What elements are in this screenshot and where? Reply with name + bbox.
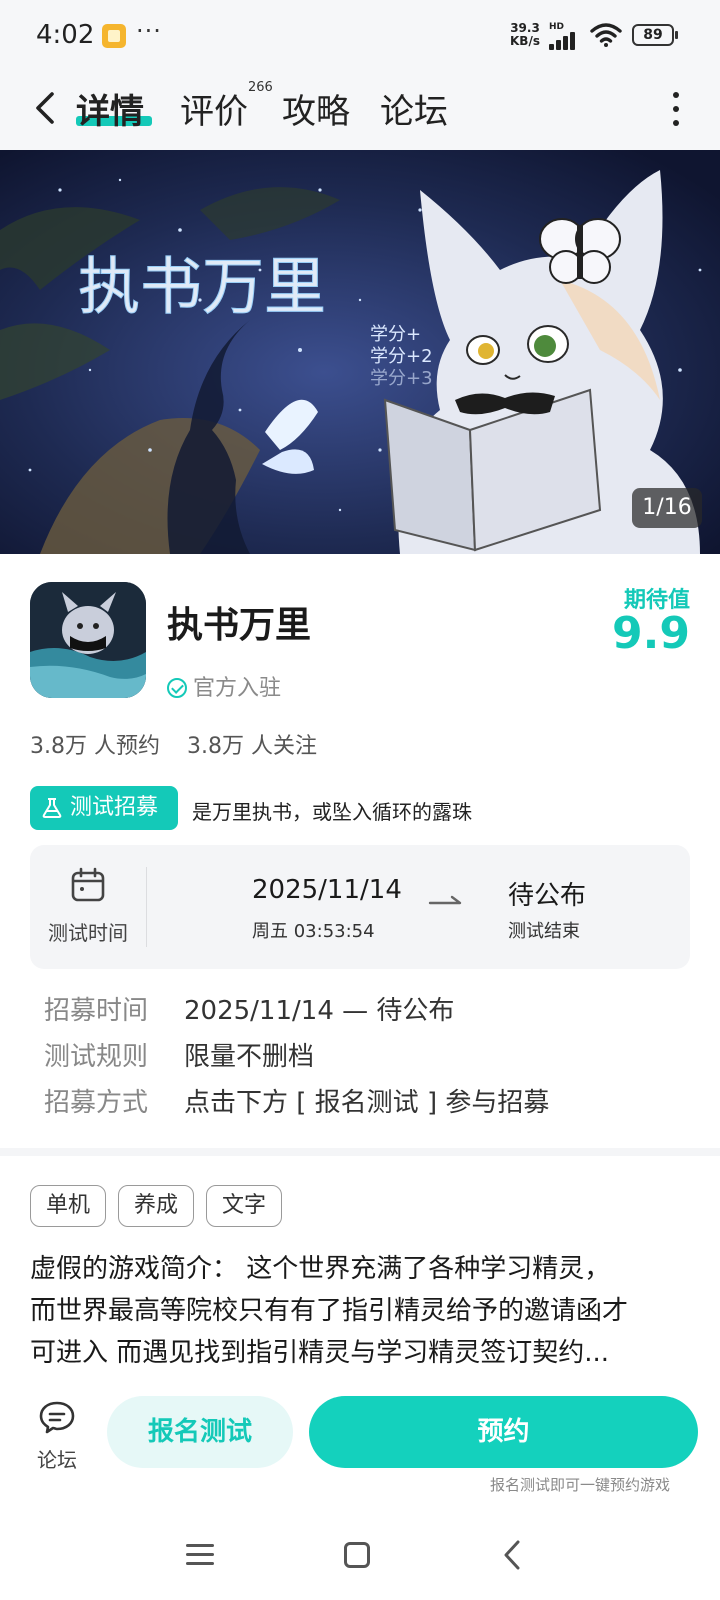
svg-text:学分+3: 学分+3 <box>370 368 433 389</box>
banner-artwork: 执书万里 学分+ 学分+2 学分+3 <box>0 150 720 554</box>
banner-carousel[interactable]: 执书万里 学分+ 学分+2 学分+3 1/16 <box>0 150 720 554</box>
test-flask-icon <box>42 798 62 818</box>
more-notifications-icon: ··· <box>136 17 162 45</box>
forum-button[interactable]: 论坛 <box>28 1400 86 1472</box>
back-icon[interactable] <box>28 88 68 128</box>
arrow-right-icon <box>428 895 462 905</box>
recruit-slogan: 是万里执书，或坠入循环的露珠 <box>192 800 472 824</box>
test-end-label: 测试结束 <box>508 921 580 942</box>
svg-text:学分+: 学分+ <box>370 324 421 345</box>
top-navigation: 详情 评价 266 攻略 论坛 <box>0 72 720 150</box>
expectation-score: 9.9 <box>612 608 690 659</box>
tag-text[interactable]: 文字 <box>206 1185 282 1227</box>
app-title: 执书万里 <box>167 605 312 646</box>
app-icon <box>30 582 146 698</box>
tab-details[interactable]: 详情 <box>76 84 144 133</box>
status-time: 4:02 <box>36 20 95 50</box>
recruit-method-row: 招募方式 点击下方 [ 报名测试 ] 参与招募 <box>44 1088 550 1118</box>
tab-guides[interactable]: 攻略 <box>282 84 350 133</box>
wifi-icon <box>590 23 622 47</box>
test-recruit-badge: 测试招募 <box>30 786 178 830</box>
more-options-icon[interactable] <box>664 90 688 130</box>
game-description[interactable]: 虚假的游戏简介： 这个世界充满了各种学习精灵， 而世界最高等院校只有有了指引精灵… <box>30 1248 700 1374</box>
tab-forum[interactable]: 论坛 <box>380 84 448 133</box>
card-divider <box>146 867 147 947</box>
cell-signal-icon <box>549 32 579 50</box>
test-time-label: 测试时间 <box>48 921 128 945</box>
test-time-card: 测试时间 2025/11/14 周五 03:53:54 待公布 测试结束 <box>30 845 690 969</box>
notification-app-icon <box>102 24 126 48</box>
follower-count: 3.8万 人关注 <box>186 734 317 759</box>
test-start-time: 周五 03:53:54 <box>252 921 375 942</box>
home-icon[interactable] <box>344 1542 370 1568</box>
test-rule-row: 测试规则 限量不删档 <box>44 1042 315 1072</box>
chat-bubble-icon <box>39 1401 75 1434</box>
calendar-icon <box>71 867 105 902</box>
recent-apps-icon[interactable] <box>186 1542 214 1568</box>
hd-indicator: HD <box>549 22 565 32</box>
app-stats: 3.8万 人预约 3.8万 人关注 <box>30 728 337 760</box>
recruit-time-row: 招募时间 2025/11/14 — 待公布 <box>44 996 455 1026</box>
reviews-count-badge: 266 <box>248 80 273 95</box>
tag-raising[interactable]: 养成 <box>118 1185 194 1227</box>
tag-single-player[interactable]: 单机 <box>30 1185 106 1227</box>
section-divider <box>0 1148 720 1156</box>
system-back-icon[interactable] <box>498 1538 528 1572</box>
system-navigation-bar <box>0 1520 720 1600</box>
banner-page-counter: 1/16 <box>632 488 702 528</box>
battery-icon: 89 <box>632 24 678 46</box>
network-speed: 39.3 KB/s <box>510 21 540 48</box>
svg-text:执书万里: 执书万里 <box>78 250 326 323</box>
reserve-button[interactable]: 预约 <box>309 1396 698 1468</box>
svg-text:学分+2: 学分+2 <box>370 346 433 367</box>
test-start-date: 2025/11/14 <box>252 875 402 905</box>
official-verified: 官方入驻 <box>167 670 281 702</box>
signup-test-button[interactable]: 报名测试 <box>107 1396 293 1468</box>
reservation-count: 3.8万 人预约 <box>30 734 160 759</box>
verified-check-icon <box>167 678 187 698</box>
tab-reviews[interactable]: 评价 <box>180 84 248 133</box>
test-end-value: 待公布 <box>508 881 587 911</box>
status-bar: 4:02 ··· 39.3 KB/s HD 89 <box>0 0 720 72</box>
reserve-hint: 报名测试即可一键预约游戏 <box>489 1476 670 1494</box>
